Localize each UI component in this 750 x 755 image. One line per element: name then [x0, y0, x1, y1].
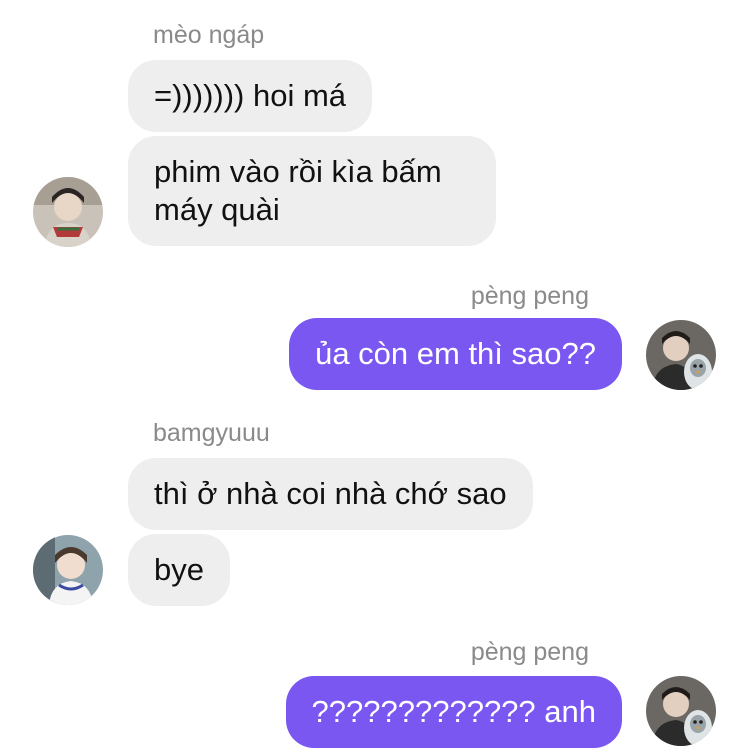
avatar[interactable] [646, 320, 716, 390]
message-bubble[interactable]: ????????????? anh [285, 676, 622, 748]
sender-name: bamgyuuu [153, 419, 270, 447]
sender-name: pèng peng [470, 638, 589, 666]
message-bubble[interactable]: thì ở nhà coi nhà chớ sao [128, 458, 533, 530]
message-bubble[interactable]: bye [128, 534, 230, 606]
avatar[interactable] [646, 676, 716, 746]
avatar[interactable] [33, 535, 103, 605]
message-bubble[interactable]: =))))))) hoi má [128, 60, 373, 132]
avatar[interactable] [33, 177, 103, 247]
sender-name: mèo ngáp [153, 21, 265, 49]
message-bubble[interactable]: ủa còn em thì sao?? [289, 318, 622, 390]
message-bubble[interactable]: phim vào rồi kìa bấm máy quài [128, 136, 496, 246]
sender-name: pèng peng [470, 282, 589, 310]
